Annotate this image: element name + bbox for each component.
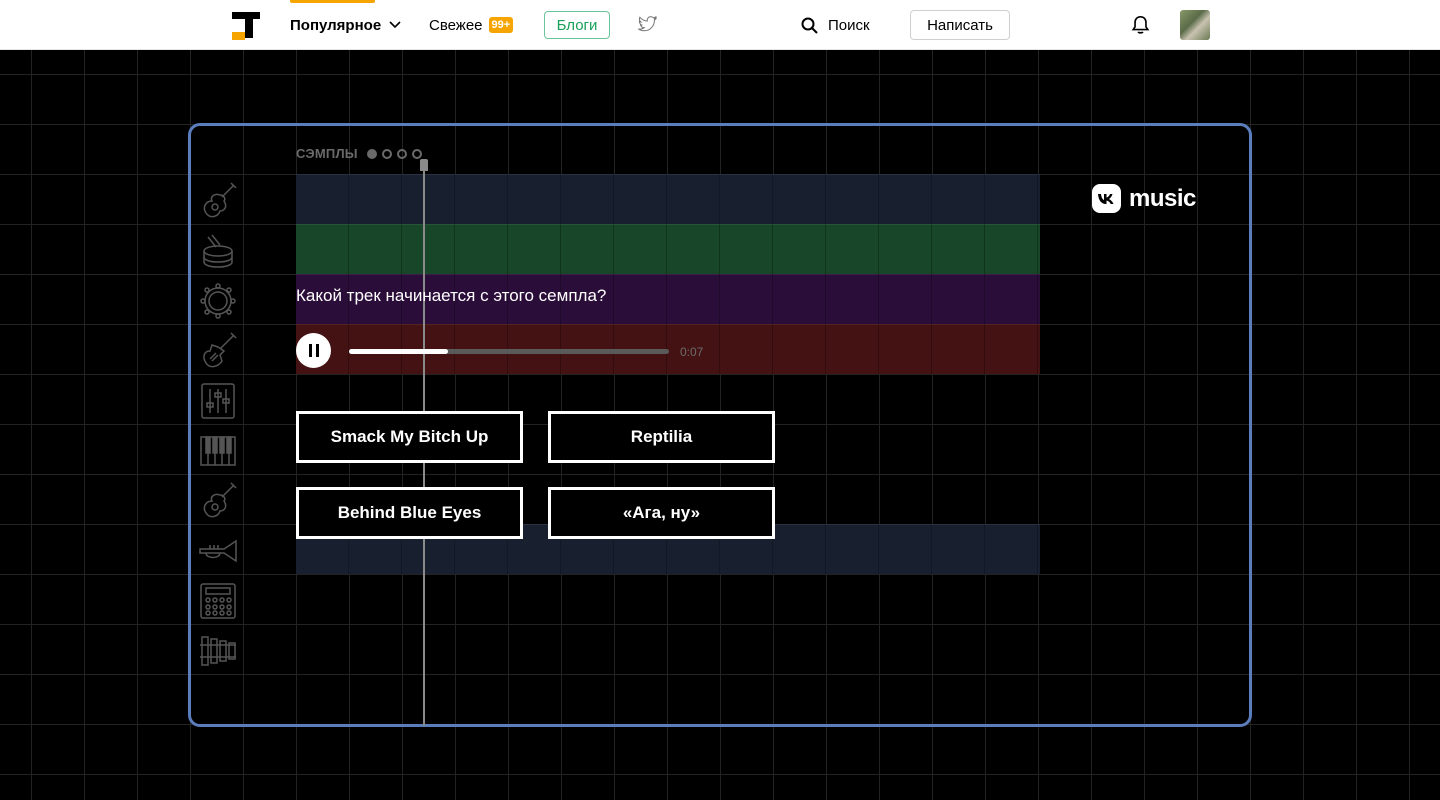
electric-guitar-icon <box>196 326 240 376</box>
bass-guitar-icon <box>196 476 240 526</box>
search-icon <box>801 17 818 34</box>
playhead-handle[interactable] <box>420 159 428 171</box>
answer-option[interactable]: Behind Blue Eyes <box>296 487 523 539</box>
twitter-icon[interactable] <box>638 16 657 33</box>
nav-popular-label: Популярное <box>290 16 382 34</box>
drum-pad-icon <box>196 576 240 626</box>
nav-fresh[interactable]: Свежее 99+ <box>429 0 514 50</box>
sample-progress-dot <box>396 148 407 159</box>
tambourine-icon <box>196 276 240 326</box>
track-lane <box>296 224 1040 274</box>
pause-button[interactable] <box>296 333 331 368</box>
piano-icon <box>196 426 240 476</box>
tj-logo-icon[interactable] <box>230 10 262 42</box>
nav-fresh-label: Свежее <box>429 16 483 34</box>
audio-progress-bar[interactable] <box>349 349 669 354</box>
sample-progress-dot <box>366 148 377 159</box>
mixer-icon <box>196 376 240 426</box>
top-navigation-bar: Популярное Свежее 99+ Блоги Поиск Написа… <box>0 0 1440 50</box>
drum-icon <box>196 226 240 276</box>
bell-icon[interactable] <box>1131 15 1150 35</box>
sample-progress-dot <box>411 148 422 159</box>
pause-icon-bar <box>315 344 319 357</box>
answer-option[interactable]: Smack My Bitch Up <box>296 411 523 463</box>
active-tab-indicator <box>290 0 375 3</box>
audio-time: 0:07 <box>680 345 704 359</box>
vk-music-label: music <box>1129 184 1196 212</box>
nav-popular[interactable]: Популярное <box>290 0 401 50</box>
search-label: Поиск <box>828 16 870 34</box>
vk-icon <box>1092 184 1121 213</box>
instrument-column <box>196 176 240 676</box>
pause-icon-bar <box>308 344 312 357</box>
samples-progress-dots <box>366 148 422 159</box>
search-button[interactable]: Поиск <box>801 0 870 50</box>
sample-progress-dot <box>381 148 392 159</box>
samples-progress: СЭМПЛЫ <box>296 146 422 161</box>
answer-option[interactable]: «Ага, ну» <box>548 487 775 539</box>
write-button[interactable]: Написать <box>910 10 1010 40</box>
user-avatar[interactable] <box>1180 10 1210 40</box>
question-text: Какой трек начинается с этого семпла? <box>296 286 607 305</box>
vk-music-logo: music <box>1092 184 1196 213</box>
audio-progress-fill <box>349 349 449 354</box>
fresh-count-badge: 99+ <box>488 17 514 33</box>
chevron-down-icon <box>389 21 401 29</box>
trumpet-icon <box>196 526 240 576</box>
samples-label: СЭМПЛЫ <box>296 146 358 161</box>
acoustic-guitar-icon <box>196 176 240 226</box>
nav-blogs[interactable]: Блоги <box>544 11 610 39</box>
answer-option[interactable]: Reptilia <box>548 411 775 463</box>
xylophone-icon <box>196 626 240 676</box>
track-lane <box>296 174 1040 224</box>
